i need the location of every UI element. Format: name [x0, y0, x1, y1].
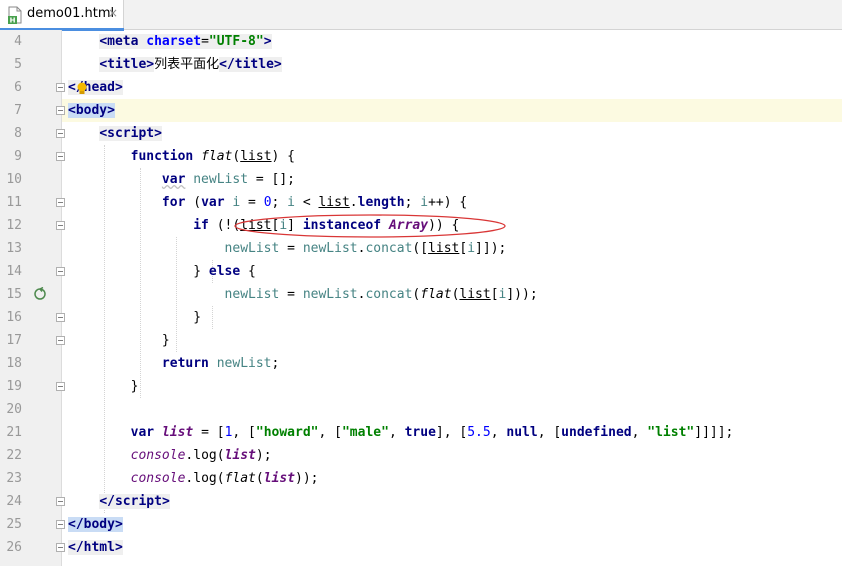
fold-collapse-icon[interactable] [56, 129, 65, 138]
close-icon[interactable]: × [108, 6, 118, 20]
code-line-10: var newList = []; [161, 172, 295, 187]
code-line-19: } [130, 379, 139, 394]
fold-collapse-icon[interactable] [56, 543, 65, 552]
code-line-25: </body> [68, 517, 123, 532]
fold-collapse-icon[interactable] [56, 382, 65, 391]
code-line-14: } else { [193, 264, 256, 279]
fold-collapse-icon[interactable] [56, 336, 65, 345]
code-line-24: </script> [99, 494, 170, 509]
code-line-8: <script> [99, 126, 162, 141]
fold-collapse-icon[interactable] [56, 267, 65, 276]
code-line-17: } [161, 333, 170, 348]
fold-collapse-icon[interactable] [56, 221, 65, 230]
fold-collapse-icon[interactable] [56, 497, 65, 506]
fold-collapse-icon[interactable] [56, 83, 65, 92]
tab-label: demo01.html [27, 6, 115, 21]
html-file-icon: H [8, 6, 22, 25]
code-line-9: function flat(list) { [130, 149, 296, 164]
fold-collapse-icon[interactable] [56, 152, 65, 161]
code-line-7: <body> [68, 103, 115, 118]
code-line-26: </html> [68, 540, 123, 555]
code-line-11: for (var i = 0; i < list.length; i++) { [161, 195, 468, 210]
code-line-5: <title>列表平面化</title> [99, 57, 282, 72]
code-line-21: var list = [1, ["howard", ["male", true]… [130, 425, 734, 440]
code-area[interactable]: <meta charset="UTF-8"> <title>列表平面化</tit… [0, 30, 842, 566]
editor-tab-bar: H demo01.html × [0, 0, 842, 31]
fold-collapse-icon[interactable] [56, 313, 65, 322]
indent-guide [212, 306, 213, 329]
code-line-13: newList = newList.concat([list[i]]); [224, 241, 507, 256]
code-line-18: return newList; [161, 356, 280, 371]
code-line-23: console.log(flat(list)); [130, 471, 319, 486]
fold-collapse-icon[interactable] [56, 520, 65, 529]
code-line-4: <meta charset="UTF-8"> [99, 34, 272, 49]
fold-collapse-icon[interactable] [56, 198, 65, 207]
code-line-15: newList = newList.concat(flat(list[i])); [224, 287, 538, 302]
code-line-22: console.log(list); [130, 448, 272, 463]
code-editor[interactable]: 4 5 6 7 8 9 10 11 12 13 14 15 16 17 18 1… [0, 30, 842, 566]
tab-demo01-html[interactable]: H demo01.html × [0, 0, 124, 31]
red-ellipse-annotation [234, 214, 506, 238]
file-type-letter: H [10, 17, 16, 25]
lightbulb-icon[interactable] [76, 81, 88, 95]
code-line-16: } [193, 310, 202, 325]
fold-collapse-icon[interactable] [56, 106, 65, 115]
